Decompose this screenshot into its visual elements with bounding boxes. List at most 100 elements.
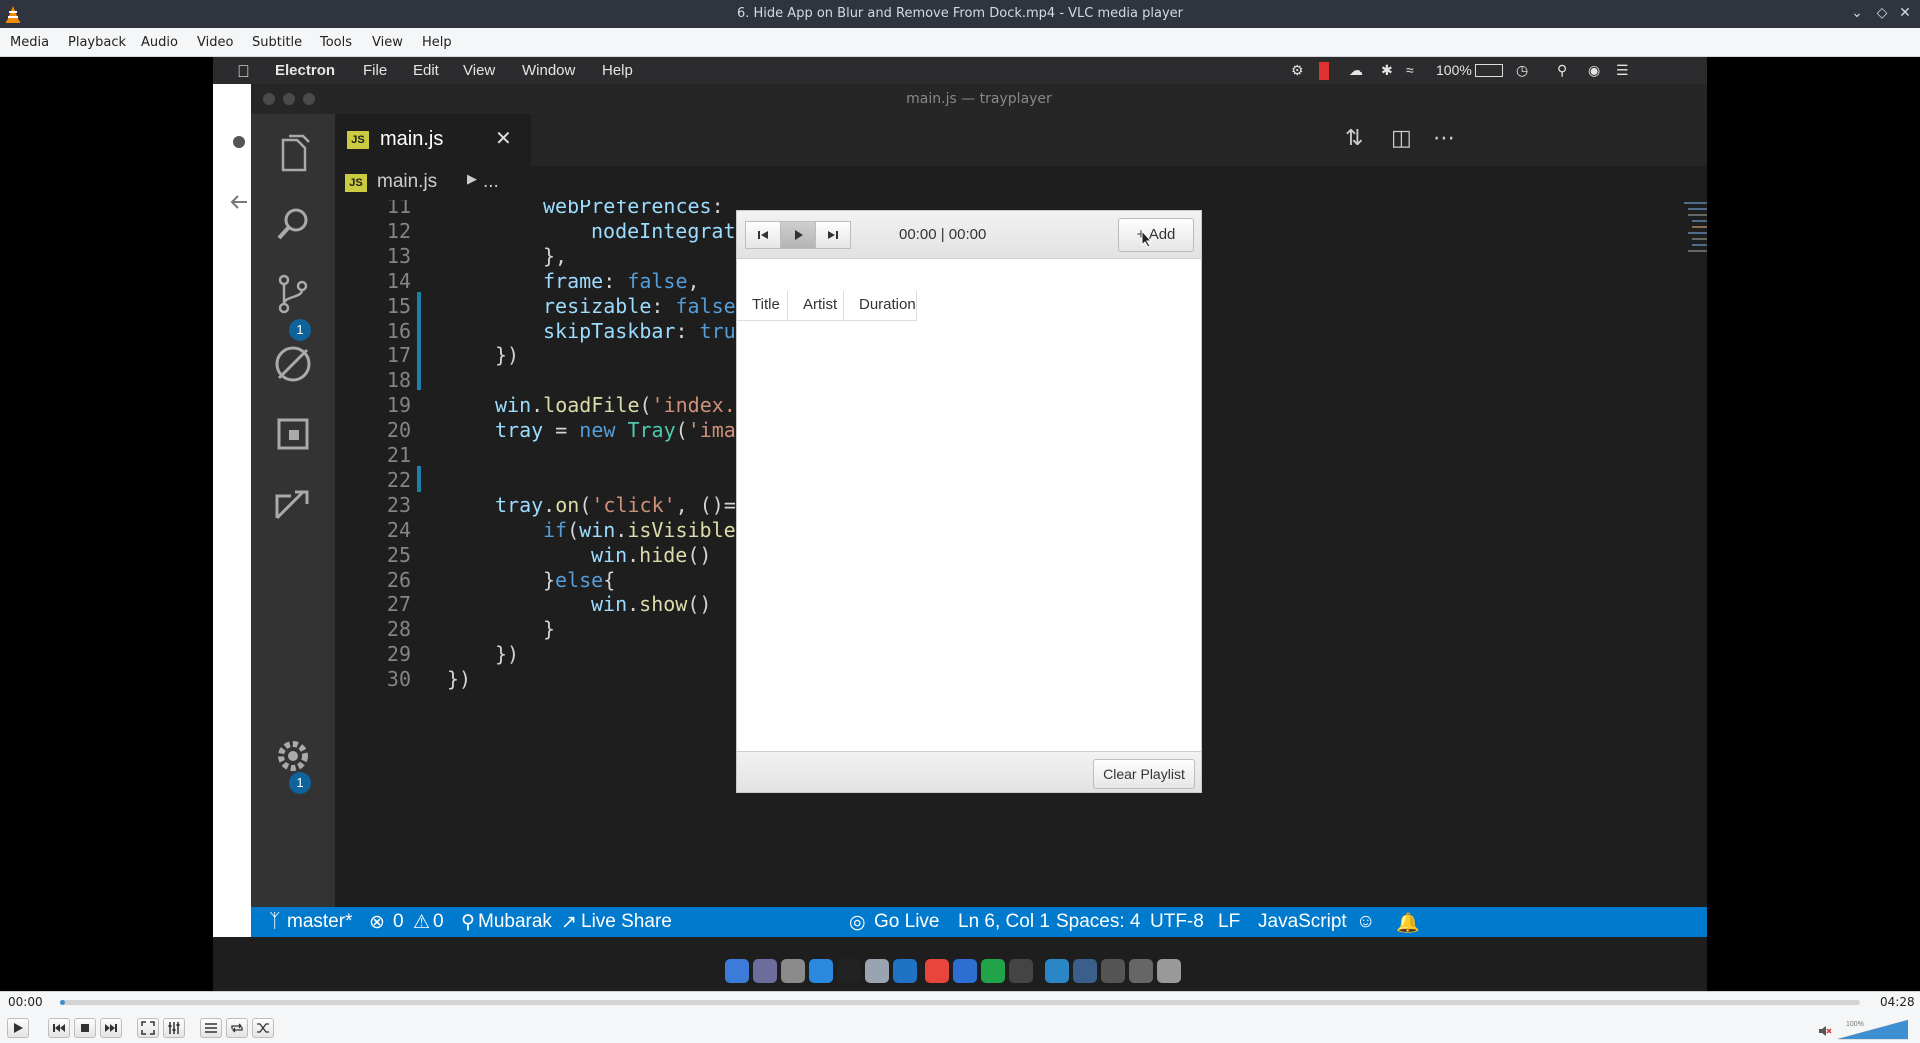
- breadcrumb: JS main.js ▶ ...: [335, 166, 1707, 200]
- menu-media[interactable]: Media: [10, 35, 49, 50]
- breadcrumb-file[interactable]: main.js: [377, 171, 437, 193]
- column-title[interactable]: Title: [737, 291, 788, 321]
- add-button[interactable]: + Add: [1118, 218, 1194, 252]
- menu-help[interactable]: Help: [422, 35, 452, 50]
- next-button[interactable]: [100, 1018, 122, 1038]
- compare-changes-icon[interactable]: ⇅: [1345, 126, 1363, 151]
- shuffle-icon: [257, 1023, 269, 1033]
- utility-dock-icon: [1009, 959, 1033, 983]
- code-text: tray.on('click', ()=: [495, 493, 736, 517]
- explorer-icon[interactable]: [271, 132, 315, 176]
- status-branch[interactable]: master*: [287, 911, 352, 933]
- code-token: hide: [639, 542, 688, 567]
- menu-subtitle[interactable]: Subtitle: [252, 35, 302, 50]
- column-duration[interactable]: Duration: [844, 291, 917, 321]
- code-text: },: [543, 244, 567, 268]
- code-token: nodeIntegrat: [591, 218, 736, 243]
- next-track-button[interactable]: [815, 221, 851, 249]
- status-errors[interactable]: 0: [393, 911, 404, 933]
- mute-icon[interactable]: [1818, 1024, 1832, 1038]
- mac-dock: [721, 955, 1201, 987]
- stop-button[interactable]: [74, 1018, 96, 1038]
- broadcast-icon: ◎: [849, 912, 866, 933]
- source-control-icon[interactable]: [271, 272, 315, 316]
- line-number: 17: [386, 343, 411, 368]
- line-number: 16: [386, 318, 411, 343]
- wifi-icon: ≈: [1406, 62, 1414, 78]
- status-live-share[interactable]: Live Share: [581, 911, 672, 933]
- extensions-icon[interactable]: [271, 412, 315, 456]
- mac-menu-file: File: [363, 62, 388, 79]
- menu-video[interactable]: Video: [197, 35, 233, 50]
- tab-main-js[interactable]: JS main.js ✕: [335, 114, 531, 166]
- search-icon[interactable]: [271, 202, 315, 246]
- feedback-smiley-icon[interactable]: ☺: [1356, 911, 1375, 933]
- rocket-dock-icon: [781, 959, 805, 983]
- code-token: .: [615, 517, 628, 542]
- clear-playlist-button[interactable]: Clear Playlist: [1093, 759, 1195, 789]
- seek-bar[interactable]: [60, 1000, 1860, 1005]
- split-editor-icon[interactable]: ◫: [1391, 126, 1412, 151]
- status-user[interactable]: Mubarak: [478, 911, 552, 933]
- trash-dock-icon: [1157, 959, 1181, 983]
- close-icon[interactable]: ✕: [1896, 5, 1914, 21]
- status-spaces[interactable]: Spaces: 4: [1056, 911, 1141, 933]
- code-token: webPreferences: [543, 200, 712, 218]
- code-token: on: [555, 492, 580, 517]
- status-go-live[interactable]: Go Live: [874, 911, 939, 933]
- play-button[interactable]: [780, 221, 816, 249]
- fullscreen-button[interactable]: [137, 1018, 159, 1038]
- column-artist[interactable]: Artist: [788, 291, 844, 321]
- tab-close-icon[interactable]: ✕: [495, 126, 512, 151]
- settings-gear-icon[interactable]: [271, 734, 315, 778]
- live-share-icon[interactable]: [271, 482, 315, 526]
- back-arrow-icon: [230, 195, 247, 209]
- mac-menu-app: Electron: [275, 62, 336, 79]
- settings-badge: 1: [289, 772, 311, 794]
- maximize-icon[interactable]: ◇: [1873, 5, 1891, 21]
- previous-track-button[interactable]: [745, 221, 781, 249]
- code-token: (): [687, 542, 712, 567]
- breadcrumb-more[interactable]: ...: [483, 171, 499, 193]
- code-token: isVisible: [627, 517, 736, 542]
- code-token: tru: [699, 318, 736, 343]
- line-number: 27: [386, 592, 411, 617]
- status-warnings[interactable]: 0: [433, 911, 444, 933]
- shuffle-button[interactable]: [252, 1018, 274, 1038]
- code-text: }): [495, 343, 519, 367]
- loop-button[interactable]: [226, 1018, 248, 1038]
- code-token: if: [543, 517, 568, 542]
- status-encoding[interactable]: UTF-8: [1150, 911, 1204, 933]
- code-token: =: [543, 418, 580, 443]
- menu-view[interactable]: View: [372, 35, 403, 50]
- menu-tools[interactable]: Tools: [320, 35, 352, 50]
- downloads-dock-icon: [1129, 959, 1153, 983]
- volume-slider[interactable]: 100%: [1838, 1018, 1908, 1040]
- code-text: nodeIntegrat: [591, 219, 736, 243]
- playlist-button[interactable]: [200, 1018, 222, 1038]
- status-eol[interactable]: LF: [1218, 911, 1240, 933]
- menu-audio[interactable]: Audio: [141, 35, 178, 50]
- extended-settings-button[interactable]: [163, 1018, 185, 1038]
- debug-icon[interactable]: [271, 342, 315, 386]
- mac-menu-edit: Edit: [413, 62, 439, 79]
- mac-menu-help: Help: [602, 62, 633, 79]
- code-token: .: [531, 393, 544, 418]
- code-token: show: [639, 592, 688, 617]
- status-language[interactable]: JavaScript: [1258, 911, 1347, 933]
- skip-back-icon: [53, 1024, 65, 1032]
- menu-playback[interactable]: Playback: [68, 35, 126, 50]
- minimap[interactable]: [1680, 200, 1707, 290]
- video-area[interactable]:  Electron File Edit View Window Help ⚙ …: [0, 57, 1920, 991]
- minimize-icon[interactable]: ⌄: [1848, 5, 1866, 21]
- code-token: Tray: [627, 418, 676, 443]
- notification-center-icon: ☰: [1616, 62, 1629, 78]
- chrome-dock-icon: [925, 959, 949, 983]
- code-text: }): [447, 667, 471, 691]
- previous-button[interactable]: [48, 1018, 70, 1038]
- play-pause-button[interactable]: [7, 1018, 29, 1038]
- more-actions-icon[interactable]: ⋯: [1433, 126, 1455, 151]
- status-position[interactable]: Ln 6, Col 1: [958, 911, 1050, 933]
- notifications-bell-icon[interactable]: 🔔: [1396, 911, 1420, 935]
- code-token: win: [495, 393, 532, 418]
